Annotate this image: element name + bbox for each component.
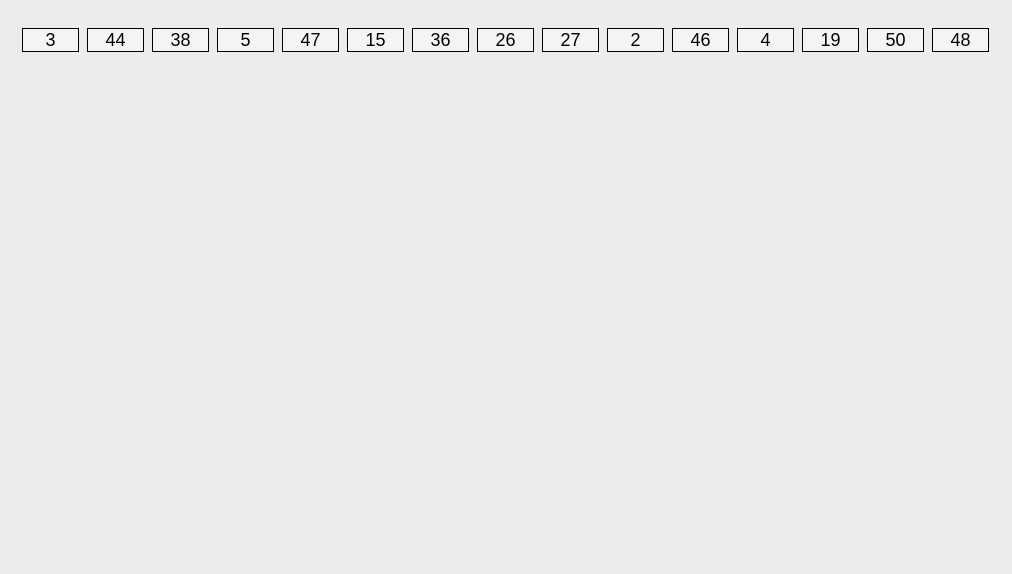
number-cell[interactable]: 44	[87, 28, 144, 52]
number-cell[interactable]: 2	[607, 28, 664, 52]
number-value: 15	[365, 30, 385, 51]
number-cell[interactable]: 38	[152, 28, 209, 52]
number-cell[interactable]: 27	[542, 28, 599, 52]
number-value: 46	[690, 30, 710, 51]
number-value: 2	[630, 30, 640, 51]
number-row: 3 44 38 5 47 15 36 26 27 2 46 4 19 50 48	[0, 0, 1012, 52]
number-value: 19	[820, 30, 840, 51]
number-value: 44	[105, 30, 125, 51]
number-value: 26	[495, 30, 515, 51]
number-cell[interactable]: 46	[672, 28, 729, 52]
number-value: 50	[885, 30, 905, 51]
number-cell[interactable]: 4	[737, 28, 794, 52]
number-cell[interactable]: 15	[347, 28, 404, 52]
number-value: 48	[950, 30, 970, 51]
number-value: 4	[760, 30, 770, 51]
number-cell[interactable]: 47	[282, 28, 339, 52]
number-value: 27	[560, 30, 580, 51]
number-cell[interactable]: 50	[867, 28, 924, 52]
number-value: 47	[300, 30, 320, 51]
number-cell[interactable]: 36	[412, 28, 469, 52]
number-value: 5	[240, 30, 250, 51]
number-cell[interactable]: 26	[477, 28, 534, 52]
number-cell[interactable]: 19	[802, 28, 859, 52]
number-cell[interactable]: 48	[932, 28, 989, 52]
number-value: 36	[430, 30, 450, 51]
number-value: 3	[45, 30, 55, 51]
number-cell[interactable]: 5	[217, 28, 274, 52]
number-value: 38	[170, 30, 190, 51]
number-cell[interactable]: 3	[22, 28, 79, 52]
